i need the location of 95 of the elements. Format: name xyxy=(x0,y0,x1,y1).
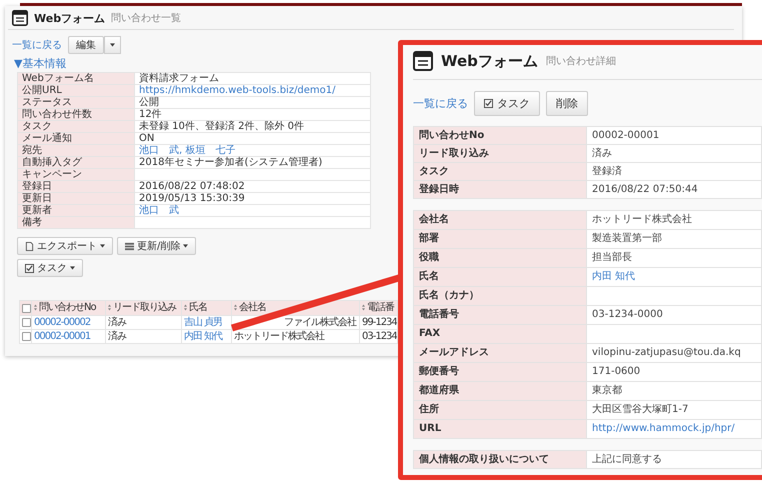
link[interactable]: http://www.hammock.jp/hpr/ xyxy=(586,420,762,438)
label-cell: 宛先 xyxy=(18,144,134,156)
label-cell: 部署 xyxy=(414,230,586,248)
value-cell: 2016/08/22 07:50:44 xyxy=(586,180,762,198)
select-all-checkbox[interactable] xyxy=(22,304,30,312)
list-icon xyxy=(125,242,134,250)
file-icon xyxy=(25,242,34,250)
label-cell: ステータス xyxy=(18,96,134,108)
table-cell: 99-1234 xyxy=(362,317,396,328)
value-cell: 171-0600 xyxy=(586,362,762,382)
label-cell: 個人情報の取り扱いについて xyxy=(414,450,586,468)
label-cell: 問い合わせNo xyxy=(414,126,586,144)
value-cell: 00002-00001 xyxy=(586,126,762,144)
checkbox-icon xyxy=(484,99,493,108)
caret-icon xyxy=(183,244,188,248)
value-cell: 登録済 xyxy=(586,162,762,180)
sort-icon xyxy=(362,304,365,311)
caret-icon xyxy=(110,43,115,47)
label-cell: リード取り込み xyxy=(414,144,586,162)
label-cell: FAX xyxy=(414,324,586,344)
edit-button[interactable]: 編集 xyxy=(68,36,104,54)
link[interactable]: 池口 武, 板垣 七子 xyxy=(134,144,370,156)
label-cell: 登録日 xyxy=(18,180,134,192)
label-cell: 自動挿入タグ xyxy=(18,156,134,168)
table-cell: 済み xyxy=(108,331,126,342)
value-cell: 03-1234-0000 xyxy=(586,306,762,324)
label-cell: 更新日 xyxy=(18,192,134,204)
label-cell: タスク xyxy=(18,120,134,132)
table-cell: 済み xyxy=(108,317,126,328)
page-title: Webフォーム xyxy=(34,10,106,26)
label-cell: メール通知 xyxy=(18,132,134,144)
action-button[interactable]: タスク xyxy=(474,91,540,116)
label-cell: Webフォーム名 xyxy=(18,72,134,84)
label-cell: 会社名 xyxy=(414,210,586,230)
column-header[interactable]: 会社名 xyxy=(239,302,266,313)
page-subtitle: 問い合わせ一覧 xyxy=(111,12,182,25)
label-cell: 問い合わせ件数 xyxy=(18,108,134,120)
label-cell: タスク xyxy=(414,162,586,180)
label-cell: 氏名 xyxy=(414,268,586,286)
table-cell: 03-1234 xyxy=(362,331,396,342)
back-link[interactable]: 一覧に戻る xyxy=(12,38,62,52)
label-cell: メールアドレス xyxy=(414,344,586,362)
sort-icon xyxy=(234,304,237,311)
value-cell: 製造装置第一部 xyxy=(586,230,762,248)
sort-icon xyxy=(108,304,111,311)
value-cell: 2016/08/22 07:48:02 xyxy=(134,180,370,192)
link[interactable]: 池口 武 xyxy=(134,204,370,216)
panel-title: Webフォーム xyxy=(441,52,538,70)
link[interactable]: 内田 知代 xyxy=(586,268,762,286)
value-cell: 担当部長 xyxy=(586,248,762,268)
caret-icon xyxy=(70,266,75,270)
label-cell: キャンペーン xyxy=(18,168,134,180)
value-cell: 済み xyxy=(586,144,762,162)
label-cell: 都道府県 xyxy=(414,382,586,400)
table-cell-text: ファイル株式会社 xyxy=(283,317,356,328)
label-cell: 住所 xyxy=(414,400,586,420)
value-cell: 上記に同意する xyxy=(586,450,762,468)
value-cell: 大田区雪谷大塚町1-7 xyxy=(586,400,762,420)
table-cell: ホットリード株式会社 xyxy=(234,331,324,342)
checkbox-icon xyxy=(25,264,34,272)
caret-icon xyxy=(100,244,105,248)
task-button[interactable]: タスク xyxy=(17,259,83,277)
label-cell: 公開URL xyxy=(18,84,134,96)
value-cell: 2019/05/13 15:30:39 xyxy=(134,192,370,204)
form-window-icon xyxy=(413,51,433,71)
value-cell: 公開 xyxy=(134,96,370,108)
panel-subtitle: 問い合わせ詳細 xyxy=(546,54,616,68)
label-cell: 役職 xyxy=(414,248,586,268)
link[interactable]: https://hmkdemo.web-tools.biz/demo1/ xyxy=(134,84,370,96)
label-cell: 電話番号 xyxy=(414,306,586,324)
label-cell: 郵便番号 xyxy=(414,362,586,382)
menu-button[interactable]: エクスポート xyxy=(17,237,113,255)
action-button[interactable]: 削除 xyxy=(546,91,588,116)
label-cell: 登録日時 xyxy=(414,180,586,198)
label-cell: 備考 xyxy=(18,216,134,228)
value-cell: vilopinu-zatjupasu@tou.da.kq xyxy=(586,344,762,362)
value-cell: 未登録 10件、登録済 2件、除外 0件 xyxy=(134,120,370,132)
value-cell: 12件 xyxy=(134,108,370,120)
menu-button[interactable]: 更新/削除 xyxy=(117,237,196,255)
back-link[interactable]: 一覧に戻る xyxy=(413,96,468,111)
row-checkbox[interactable] xyxy=(22,332,30,341)
label-cell: 氏名（カナ） xyxy=(414,286,586,306)
value-cell: 東京都 xyxy=(586,382,762,400)
label-cell: 更新者 xyxy=(18,204,134,216)
sort-icon xyxy=(34,304,37,311)
value-cell: ON xyxy=(134,132,370,144)
dropdown-button[interactable] xyxy=(104,36,121,54)
value-cell: 資料請求フォーム xyxy=(134,72,370,84)
form-window-icon xyxy=(12,10,28,26)
sort-icon xyxy=(184,304,187,311)
value-cell: ホットリード株式会社 xyxy=(586,210,762,230)
section-heading: ▼基本情報 xyxy=(14,56,66,71)
row-checkbox[interactable] xyxy=(22,318,30,327)
value-cell: 2018年セミナー参加者(システム管理者) xyxy=(134,156,370,168)
label-cell: URL xyxy=(414,420,586,438)
